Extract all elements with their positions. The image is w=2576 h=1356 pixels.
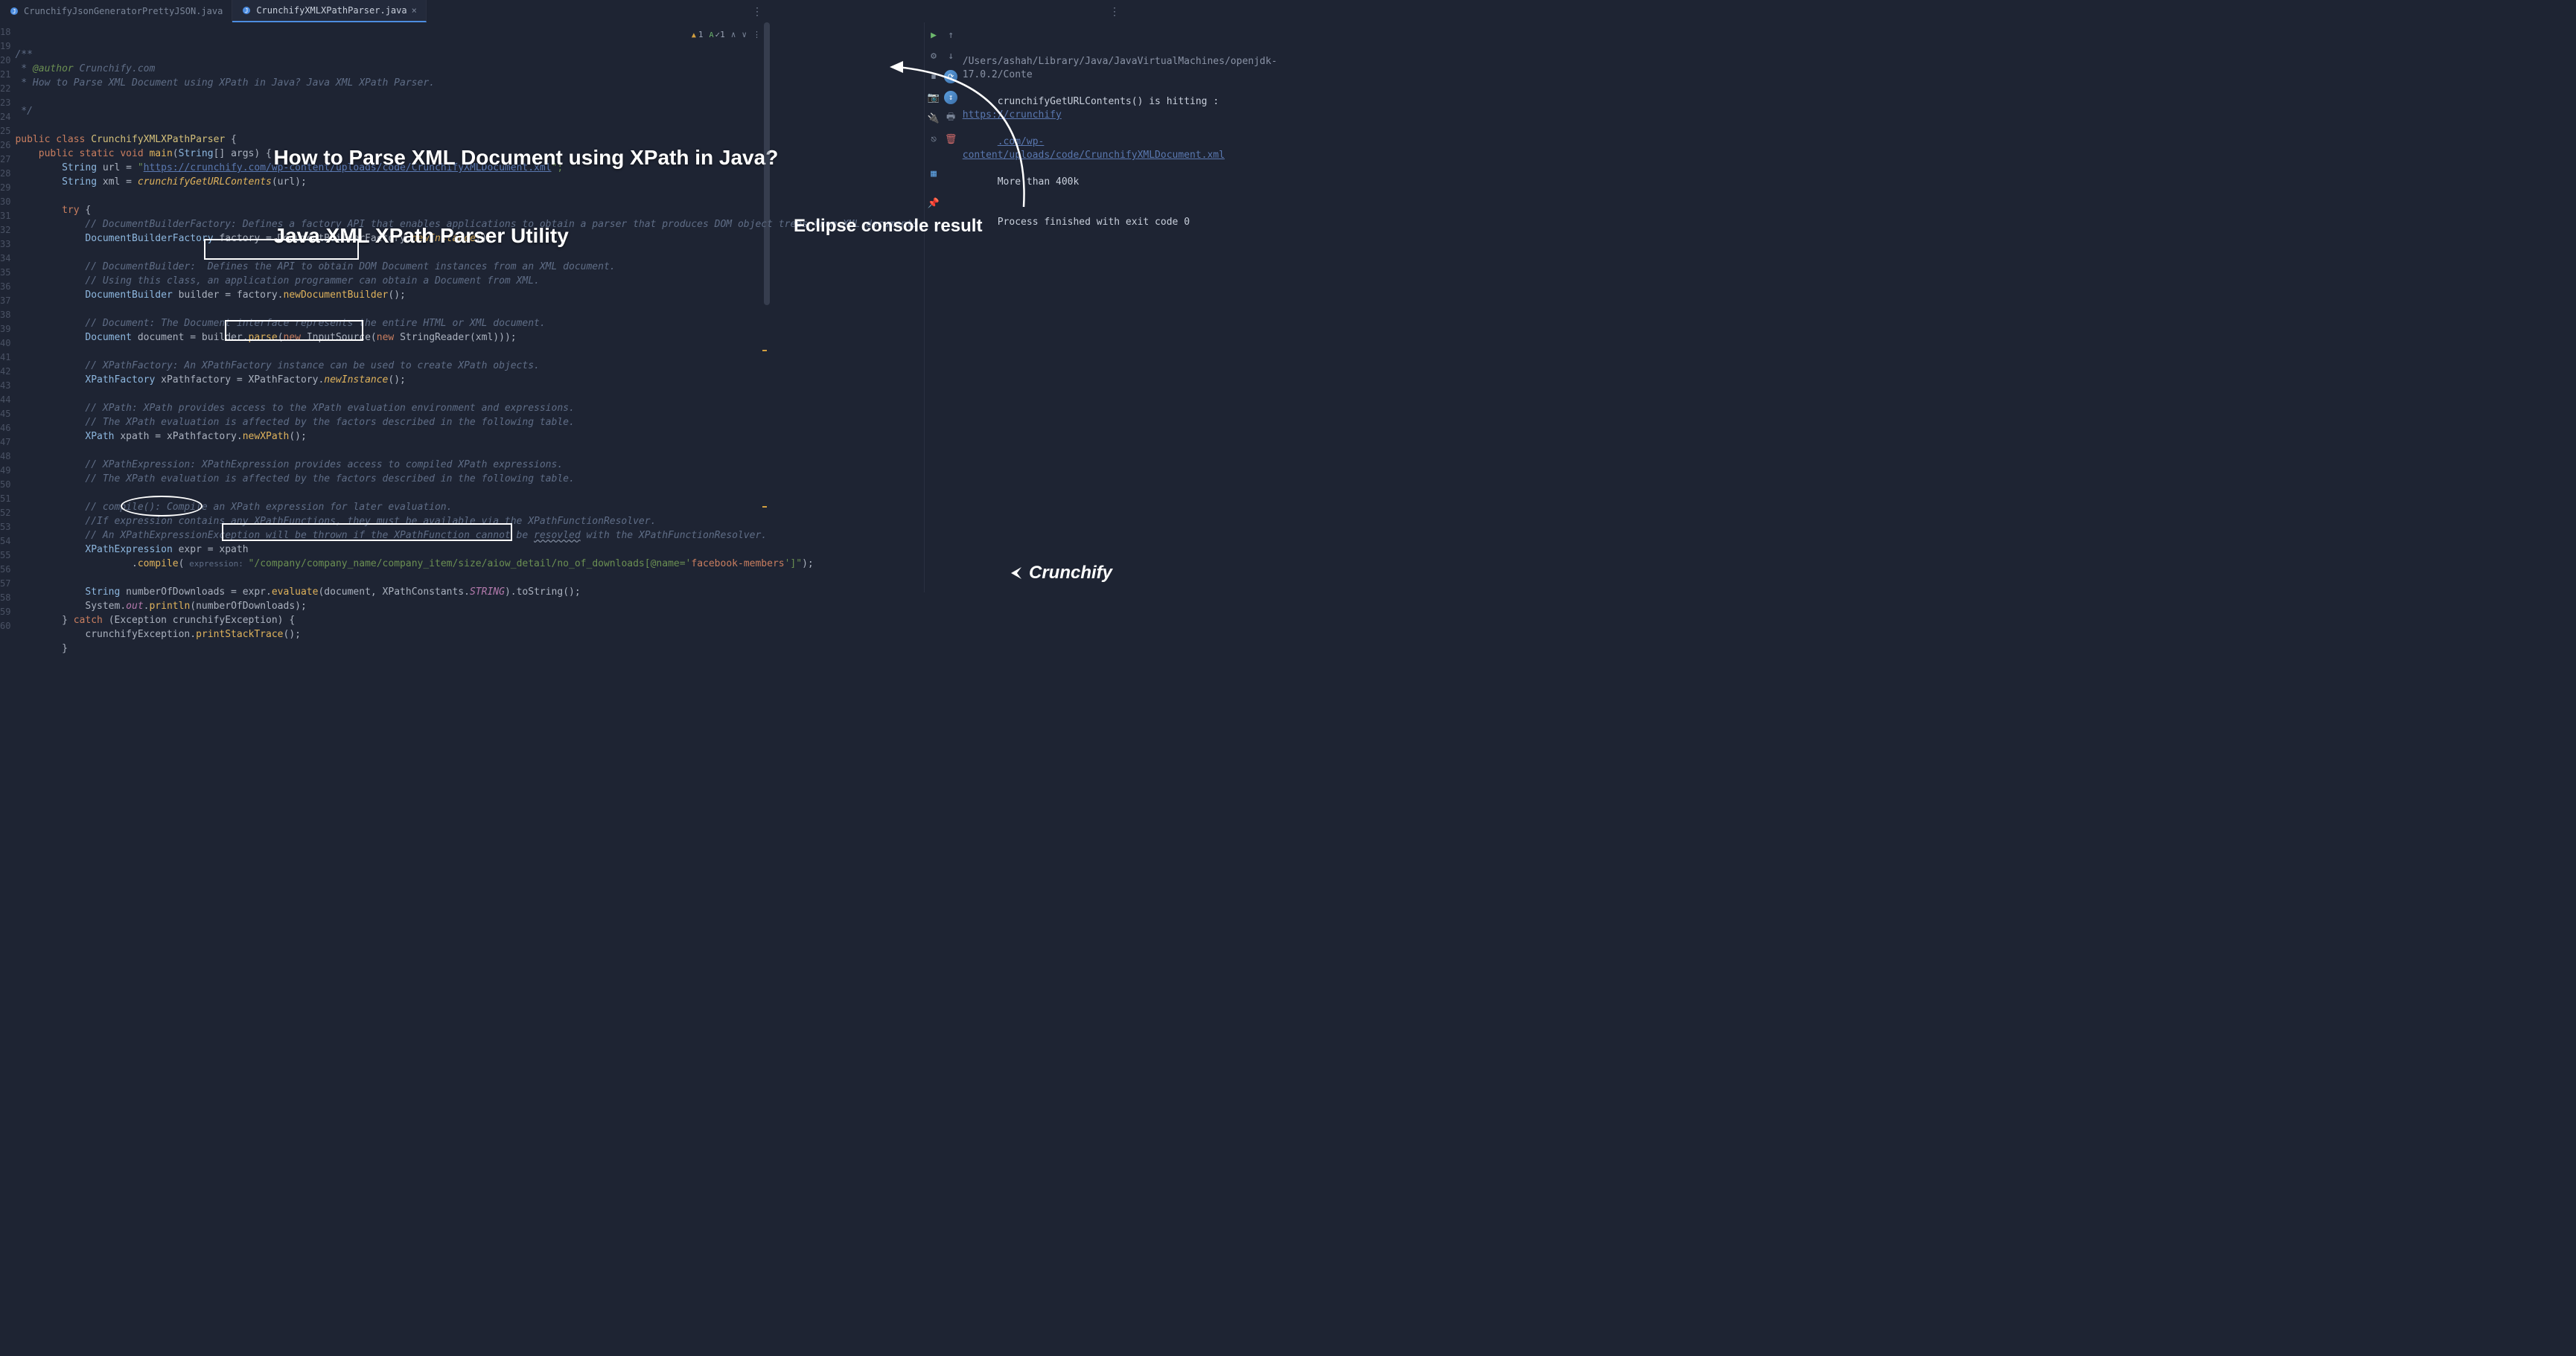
scroll-end-icon[interactable]: ↧ — [944, 91, 957, 104]
console-exit: Process finished with exit code 0 — [998, 217, 1190, 228]
console-result: More than 400k — [998, 176, 1080, 188]
tab-active[interactable]: J CrunchifyXMLXPathParser.java × — [232, 0, 427, 22]
crunchify-logo: Crunchify — [1004, 563, 1112, 583]
warning-badge[interactable]: 1 — [692, 30, 704, 39]
svg-text:J: J — [245, 7, 249, 14]
typo-badge[interactable]: ✓1 — [709, 30, 724, 39]
print-icon[interactable]: 🖶 — [944, 112, 957, 125]
code-editor[interactable]: /** * @author Crunchify.com * How to Par… — [15, 22, 924, 592]
annotation-label: Eclipse console result — [794, 216, 982, 237]
prev-highlight-icon[interactable]: ∧ — [731, 30, 736, 39]
pin-icon[interactable]: 📌 — [927, 196, 940, 210]
more-icon[interactable]: ⋮ — [1109, 6, 1120, 18]
java-file-icon: J — [241, 5, 252, 16]
console-link[interactable]: https://crunchify — [963, 109, 1062, 121]
run-toolbar-left: ▶ ⚙ ⏹ 📷 🔌 ⎋ ▦ 📌 — [925, 22, 942, 592]
close-icon[interactable]: × — [412, 5, 417, 16]
console-output[interactable]: /Users/ashah/Library/Java/JavaVirtualMac… — [960, 22, 1281, 592]
exit-icon[interactable]: ⎋ — [927, 132, 940, 146]
down-icon[interactable]: ↓ — [944, 49, 957, 63]
tab-label: CrunchifyJsonGeneratorPrettyJSON.java — [24, 6, 223, 16]
settings-icon[interactable]: ⚙ — [927, 49, 940, 63]
up-icon[interactable]: ↑ — [944, 28, 957, 42]
stop-icon[interactable]: ⏹ — [927, 70, 940, 83]
logo-icon — [1004, 563, 1024, 583]
layout-icon[interactable]: ▦ — [927, 167, 940, 180]
tab-inactive[interactable]: J CrunchifyJsonGeneratorPrettyJSON.java — [0, 0, 232, 22]
console-text: crunchifyGetURLContents() is hitting : — [998, 96, 1225, 107]
next-highlight-icon[interactable]: ∨ — [742, 30, 747, 39]
jvm-path: /Users/ashah/Library/Java/JavaVirtualMac… — [963, 56, 1278, 80]
trash-icon[interactable]: 🗑 — [944, 132, 957, 146]
error-stripe[interactable] — [759, 22, 768, 592]
java-file-icon: J — [9, 6, 19, 16]
tab-label: CrunchifyXMLXPathParser.java — [256, 5, 407, 16]
plug-icon[interactable]: 🔌 — [927, 112, 940, 125]
snapshot-icon[interactable]: 📷 — [927, 91, 940, 104]
more-icon[interactable]: ⋮ — [752, 6, 762, 18]
inspection-badges: 1 ✓1 ∧ ∨ ⋮ — [692, 30, 761, 39]
line-number-gutter: 1819202122232425262728293031323334353637… — [0, 22, 15, 592]
console-link[interactable]: .com/wp-content/uploads/code/CrunchifyXM… — [963, 136, 1225, 161]
rerun-icon[interactable]: ▶ — [927, 28, 940, 42]
run-tool-window: ▶ ⚙ ⏹ 📷 🔌 ⎋ ▦ 📌 ↑ ↓ ⟳ ↧ 🖶 🗑 /Users/ashah… — [924, 22, 1280, 592]
run-toolbar-right: ↑ ↓ ⟳ ↧ 🖶 🗑 — [943, 22, 960, 592]
soft-wrap-icon[interactable]: ⟳ — [944, 70, 957, 83]
overlay-title: How to Parse XML Document using XPath in… — [273, 92, 778, 301]
editor-tabs: J CrunchifyJsonGeneratorPrettyJSON.java … — [0, 0, 1126, 22]
svg-text:J: J — [13, 8, 16, 15]
